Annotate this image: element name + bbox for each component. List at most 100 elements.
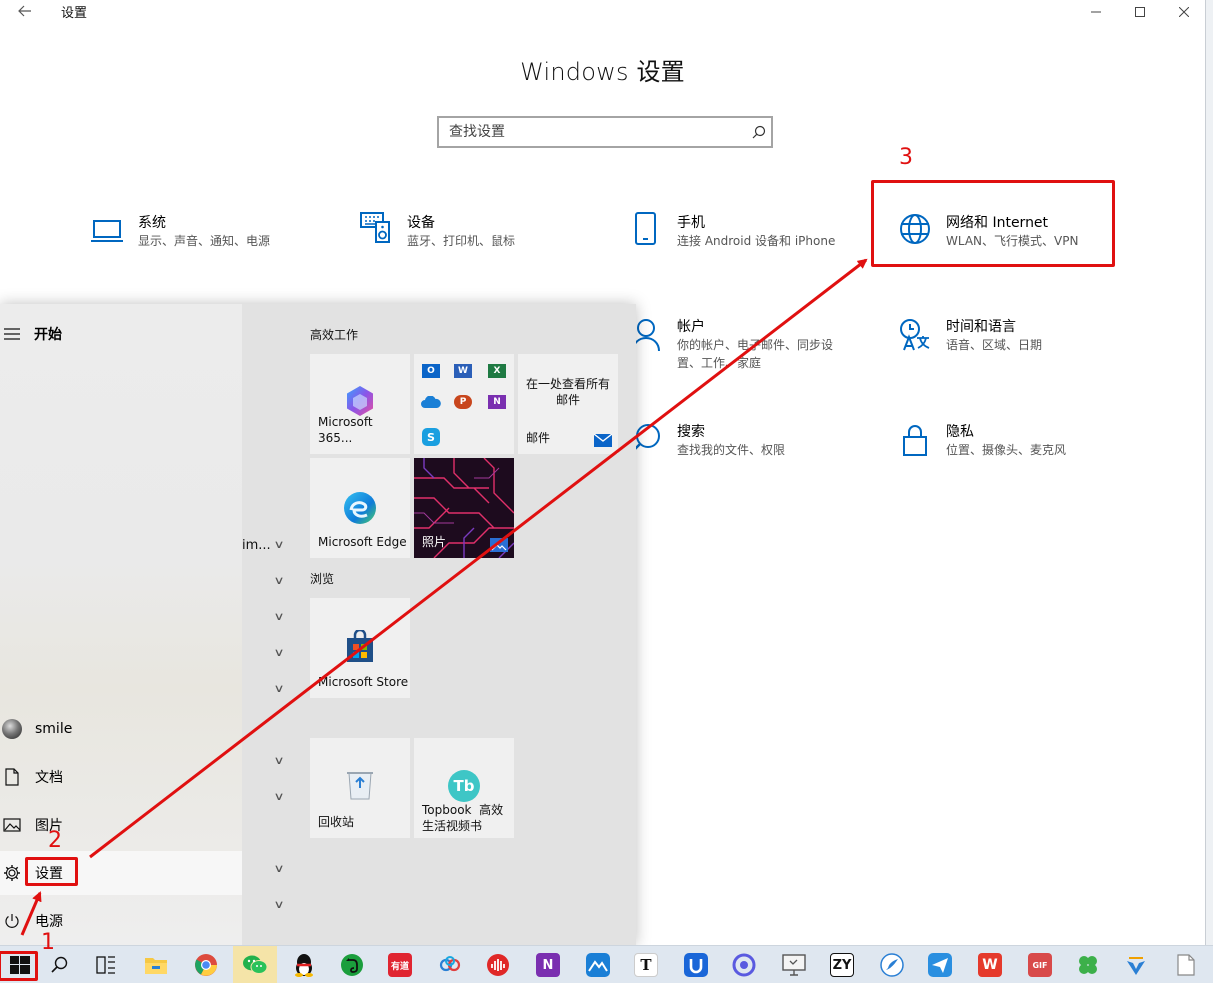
blank-document-icon bbox=[1177, 954, 1195, 976]
taskbar-wechat[interactable] bbox=[233, 946, 277, 983]
taskbar-qq[interactable] bbox=[284, 946, 324, 983]
keyboard-speaker-icon bbox=[360, 212, 390, 243]
start-menu-title: 开始 bbox=[34, 327, 62, 343]
settings-heading: Windows 设置 bbox=[520, 58, 685, 86]
taskbar-tools-app[interactable] bbox=[1116, 946, 1156, 983]
taskbar-chrome[interactable] bbox=[186, 946, 226, 983]
annotation-network-highlight bbox=[871, 180, 1115, 267]
taskbar-feather-app[interactable] bbox=[872, 946, 912, 983]
tile-recycle-bin[interactable]: 回收站 bbox=[310, 738, 410, 838]
chevron-down-icon[interactable]: ∨ bbox=[273, 610, 284, 623]
category-devices[interactable]: 设备 蓝牙、打印机、鼠标 bbox=[359, 210, 515, 266]
feather-icon bbox=[880, 953, 904, 977]
taskbar-blue-app[interactable] bbox=[578, 946, 618, 983]
category-accounts[interactable]: 帐户 你的帐户、电子邮件、同步设置、工作、家庭 bbox=[629, 318, 842, 374]
mail-icon bbox=[594, 434, 612, 447]
taskbar-remote-desktop[interactable] bbox=[774, 946, 814, 983]
start-rail: 开始 smile 文档 图片 设置 电源 2 bbox=[0, 304, 242, 945]
taskbar-baidu-netdisk[interactable] bbox=[430, 946, 470, 983]
wps-icon: W bbox=[978, 953, 1002, 977]
category-privacy[interactable]: 隐私 位置、摄像头、麦克风 bbox=[898, 423, 1066, 479]
taskbar-clover-app[interactable] bbox=[1068, 946, 1108, 983]
group-header-work[interactable]: 高效工作 bbox=[310, 326, 358, 343]
group-header-browse[interactable]: 浏览 bbox=[310, 570, 334, 587]
taskbar-onenote[interactable]: N bbox=[528, 946, 568, 983]
folder-icon bbox=[145, 958, 167, 974]
chevron-down-icon[interactable]: ∨ bbox=[273, 790, 284, 803]
taskbar-circle-app[interactable] bbox=[724, 946, 764, 983]
category-phone-subtitle: 连接 Android 设备和 iPhone bbox=[677, 234, 836, 248]
maximize-button[interactable] bbox=[1117, 0, 1163, 24]
start-menu-header[interactable]: 开始 bbox=[0, 312, 242, 356]
taskbar-wps[interactable]: W bbox=[970, 946, 1010, 983]
search-box[interactable] bbox=[437, 116, 773, 148]
chevron-down-icon[interactable]: ∨ bbox=[273, 538, 284, 551]
user-avatar bbox=[2, 719, 22, 739]
search-icon[interactable] bbox=[752, 125, 766, 139]
chevron-down-icon[interactable]: ∨ bbox=[273, 754, 284, 767]
taskbar-send-app[interactable] bbox=[920, 946, 960, 983]
taskbar-file-explorer[interactable] bbox=[136, 946, 176, 983]
back-arrow-icon bbox=[18, 5, 31, 17]
taskbar-typora[interactable]: T bbox=[626, 946, 666, 983]
task-view-button[interactable] bbox=[86, 946, 126, 983]
documents-item[interactable]: 文档 bbox=[0, 755, 242, 799]
tile-office-apps[interactable]: O W X P N S bbox=[414, 354, 514, 454]
tile-microsoft-store[interactable]: Microsoft Store bbox=[310, 598, 410, 698]
chevron-down-icon[interactable]: ∨ bbox=[273, 862, 284, 875]
chevron-down-icon[interactable]: ∨ bbox=[273, 898, 284, 911]
cloud-disk-icon bbox=[439, 956, 461, 972]
tile-microsoft-edge[interactable]: Microsoft Edge bbox=[310, 458, 410, 558]
category-time-language[interactable]: 时间和语言 语音、区域、日期 bbox=[898, 318, 1042, 374]
taskbar-evernote[interactable] bbox=[332, 946, 372, 983]
paper-plane-icon bbox=[928, 953, 952, 977]
ring-icon bbox=[732, 953, 756, 977]
category-privacy-subtitle: 位置、摄像头、麦克风 bbox=[946, 443, 1067, 457]
search-icon bbox=[51, 956, 68, 973]
tile-edge-label: Microsoft Edge bbox=[318, 535, 407, 549]
chevron-down-icon[interactable]: ∨ bbox=[273, 574, 284, 587]
back-button[interactable] bbox=[8, 0, 42, 22]
onenote-icon: N bbox=[536, 953, 560, 977]
app-list-truncated-entry[interactable]: im... bbox=[242, 538, 271, 553]
category-search-subtitle: 查找我的文件、权限 bbox=[677, 443, 786, 457]
app-list-column: im... bbox=[242, 304, 302, 945]
tile-microsoft-365[interactable]: Microsoft 365... bbox=[310, 354, 410, 454]
annotation-step-3: 3 bbox=[899, 145, 913, 170]
user-name: smile bbox=[35, 721, 73, 737]
pictures-item[interactable]: 图片 bbox=[0, 803, 242, 847]
onenote-icon: N bbox=[488, 395, 506, 409]
category-search-title: 搜索 bbox=[677, 424, 705, 440]
taskbar-music-app[interactable] bbox=[478, 946, 518, 983]
photos-badge-icon bbox=[490, 538, 508, 552]
tile-mail[interactable]: 在一处查看所有邮件 邮件 bbox=[518, 354, 618, 454]
category-accounts-subtitle: 你的帐户、电子邮件、同步设置、工作、家庭 bbox=[677, 338, 834, 370]
tile-photos[interactable]: 照片 bbox=[414, 458, 514, 558]
category-system[interactable]: 系统 显示、声音、通知、电源 bbox=[90, 214, 270, 270]
tile-store-label: Microsoft Store bbox=[318, 675, 409, 689]
lock-icon bbox=[903, 425, 927, 456]
user-account-item[interactable]: smile bbox=[0, 707, 242, 751]
power-item[interactable]: 电源 bbox=[0, 899, 242, 943]
tile-topbook[interactable]: Tb Topbook 高效 生活视频书 bbox=[414, 738, 514, 838]
chevron-down-icon[interactable]: ∨ bbox=[273, 682, 284, 695]
tile-microsoft-365-label: Microsoft 365... bbox=[318, 415, 373, 445]
chevron-down-icon[interactable]: ∨ bbox=[273, 646, 284, 659]
start-menu: 开始 smile 文档 图片 设置 电源 2 im... ∨ ∨ ∨ ∨ ∨ ∨… bbox=[0, 304, 636, 945]
laptop-icon bbox=[91, 220, 123, 242]
taskbar-youdao[interactable]: 有道 bbox=[380, 946, 420, 983]
category-search[interactable]: 搜索查找我的文件、权限 bbox=[629, 423, 785, 479]
category-phone[interactable]: 手机 连接 Android 设备和 iPhone bbox=[629, 212, 835, 268]
taskbar: 有道 N T ZY W GIF bbox=[0, 945, 1213, 983]
taskbar-zy[interactable]: ZY bbox=[822, 946, 862, 983]
search-input[interactable] bbox=[439, 118, 729, 146]
zy-icon: ZY bbox=[830, 953, 854, 977]
close-button[interactable] bbox=[1161, 0, 1207, 24]
taskbar-u-app[interactable] bbox=[676, 946, 716, 983]
taskbar-gif-app[interactable]: GIF bbox=[1020, 946, 1060, 983]
minimize-button[interactable] bbox=[1073, 0, 1119, 24]
store-icon bbox=[347, 630, 373, 662]
taskbar-notes[interactable] bbox=[1166, 946, 1206, 983]
minimize-icon bbox=[1091, 11, 1101, 13]
recycle-bin-icon bbox=[347, 772, 373, 800]
